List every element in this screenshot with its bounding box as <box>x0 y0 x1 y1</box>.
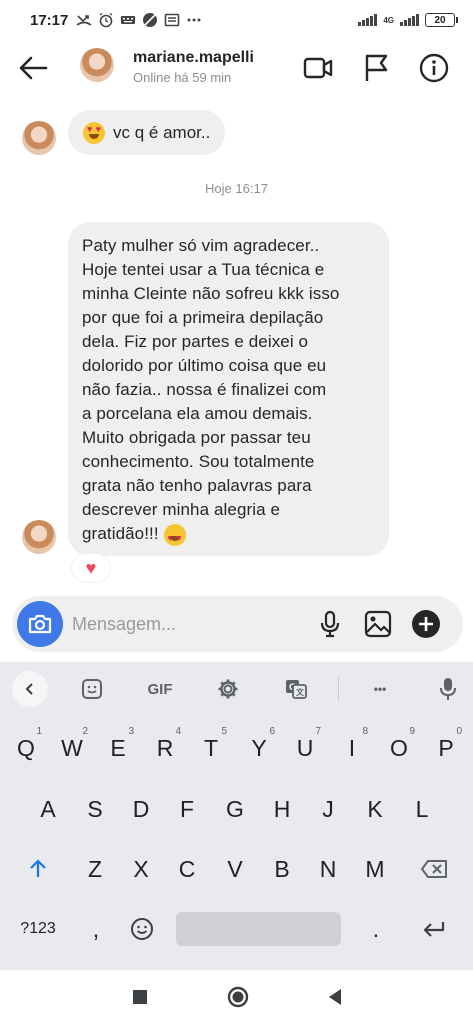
key-k[interactable]: K <box>353 787 397 831</box>
alarm-icon <box>99 12 113 28</box>
status-bar: 17:17 4G 20 <box>0 0 473 40</box>
message-timestamp: Hoje 16:17 <box>205 181 268 196</box>
key-l[interactable]: L <box>400 787 444 831</box>
toolbar-divider <box>338 677 339 701</box>
message-bubble[interactable]: Paty mulher só vim agradecer.. Hoje tent… <box>68 222 389 556</box>
gear-icon[interactable] <box>214 675 242 703</box>
key-x[interactable]: X <box>119 847 163 891</box>
backspace-icon <box>421 860 447 878</box>
key-a[interactable]: A <box>26 787 70 831</box>
video-call-icon[interactable] <box>302 52 334 84</box>
key-s[interactable]: S <box>73 787 117 831</box>
key-t[interactable]: T5 <box>189 726 233 770</box>
message-text: Paty mulher só vim agradecer.. Hoje tent… <box>82 236 340 543</box>
back-icon[interactable] <box>322 984 348 1010</box>
key-i[interactable]: I8 <box>330 726 374 770</box>
signal-icon <box>358 14 378 26</box>
key-o[interactable]: O9 <box>377 726 421 770</box>
gif-button[interactable]: GIF <box>140 675 180 703</box>
microphone-icon[interactable] <box>314 608 346 640</box>
space-bar[interactable] <box>176 912 341 946</box>
sticker-icon[interactable] <box>78 675 106 703</box>
key-w[interactable]: W2 <box>50 726 94 770</box>
keyboard-notification-icon <box>121 16 136 24</box>
key-y[interactable]: Y6 <box>237 726 281 770</box>
heart-eyes-emoji <box>163 523 186 550</box>
microphone-icon[interactable] <box>436 675 460 703</box>
backspace-key[interactable] <box>412 847 456 891</box>
translate-icon[interactable]: G文 <box>282 675 310 703</box>
key-c[interactable]: C <box>165 847 209 891</box>
news-icon <box>165 13 180 27</box>
chat-header: mariane.mapelli Online há 59 min <box>0 40 473 96</box>
keyboard: GIF G文 ••• Q1 W2 E3 R4 T5 Y6 U7 I8 O9 P0… <box>0 662 473 970</box>
key-b[interactable]: B <box>260 847 304 891</box>
message-text: vc q é amor.. <box>113 122 211 142</box>
avatar[interactable] <box>22 121 56 155</box>
enter-key[interactable] <box>412 907 456 951</box>
chevron-left-icon[interactable] <box>12 671 48 707</box>
key-d[interactable]: D <box>119 787 163 831</box>
camera-icon <box>28 614 52 634</box>
missed-call-icon <box>76 15 92 26</box>
key-n[interactable]: N <box>306 847 350 891</box>
symbols-key[interactable]: ?123 <box>14 907 62 951</box>
smiley-icon <box>131 918 153 940</box>
key-v[interactable]: V <box>213 847 257 891</box>
online-status: Online há 59 min <box>133 70 232 85</box>
shift-key[interactable] <box>16 847 60 891</box>
message-composer <box>12 596 463 652</box>
camera-button[interactable] <box>17 601 63 647</box>
comma-key[interactable]: , <box>74 907 118 951</box>
recents-icon[interactable] <box>127 984 153 1010</box>
chat-username[interactable]: mariane.mapelli <box>133 49 254 67</box>
key-m[interactable]: M <box>353 847 397 891</box>
key-r[interactable]: R4 <box>143 726 187 770</box>
home-icon[interactable] <box>225 984 251 1010</box>
battery-icon: 20 <box>425 13 458 27</box>
system-nav-bar <box>0 970 473 1024</box>
period-key[interactable]: . <box>354 907 398 951</box>
avatar[interactable] <box>22 520 56 554</box>
image-icon[interactable] <box>362 608 394 640</box>
key-e[interactable]: E3 <box>96 726 140 770</box>
message-input[interactable] <box>72 610 292 638</box>
key-q[interactable]: Q1 <box>4 726 48 770</box>
battery-level: 20 <box>434 14 446 26</box>
status-notification-icons <box>76 12 202 28</box>
key-j[interactable]: J <box>306 787 350 831</box>
key-g[interactable]: G <box>213 787 257 831</box>
svg-text:文: 文 <box>296 687 305 697</box>
more-notifications-icon <box>187 18 201 22</box>
network-label: 4G <box>383 15 394 25</box>
add-icon[interactable] <box>410 608 442 640</box>
keyboard-toolbar: GIF G文 ••• <box>0 662 473 716</box>
signal-icon-2 <box>400 14 419 26</box>
key-z[interactable]: Z <box>73 847 117 891</box>
do-not-disturb-icon <box>143 13 158 27</box>
arrow-up-icon <box>30 859 46 877</box>
emoji-key[interactable] <box>120 907 164 951</box>
key-p[interactable]: P0 <box>424 726 468 770</box>
heart-eyes-emoji <box>83 121 105 144</box>
flag-icon[interactable] <box>360 52 392 84</box>
key-h[interactable]: H <box>260 787 304 831</box>
status-time: 17:17 <box>30 11 69 29</box>
info-icon[interactable] <box>418 52 450 84</box>
key-u[interactable]: U7 <box>283 726 327 770</box>
return-icon <box>423 922 445 937</box>
back-arrow-icon[interactable] <box>18 54 50 82</box>
more-options-button[interactable]: ••• <box>364 675 396 703</box>
key-f[interactable]: F <box>165 787 209 831</box>
avatar[interactable] <box>80 48 114 82</box>
message-bubble[interactable]: vc q é amor.. <box>68 110 226 155</box>
heart-reaction[interactable]: ♥ <box>72 554 110 582</box>
